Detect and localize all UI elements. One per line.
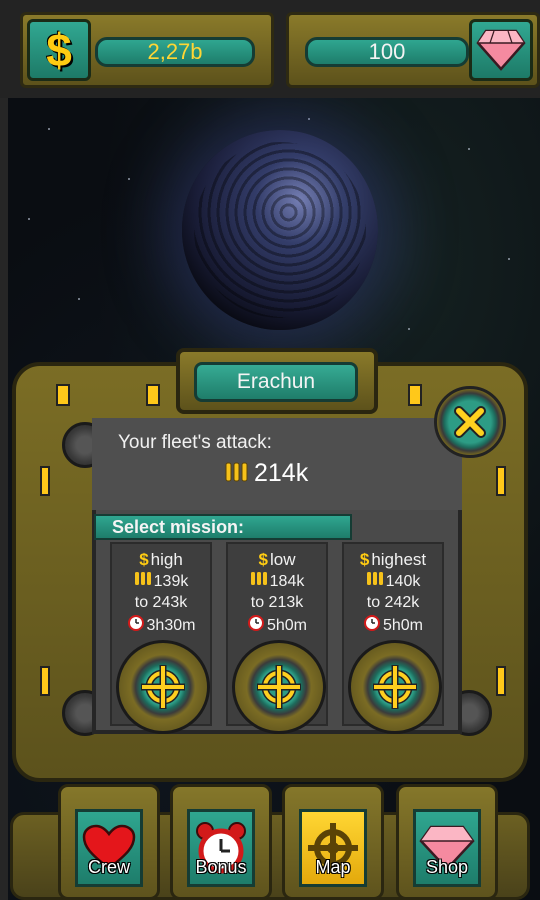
nav-crew-button[interactable]: Crew xyxy=(58,784,160,900)
start-mission-button[interactable] xyxy=(232,640,326,734)
alarm-clock-icon xyxy=(247,613,265,637)
crosshair-icon xyxy=(141,665,185,709)
nav-map-button[interactable]: Map xyxy=(282,784,384,900)
mission-duration: 5h0m xyxy=(382,616,424,634)
mission-power-min: 140k xyxy=(385,572,421,590)
mission-reward: highest xyxy=(371,550,427,569)
mission-card[interactable]: $ highest 140k to 242k 5h0m xyxy=(342,542,444,734)
attack-value: 214k xyxy=(254,459,309,487)
attack-value-row: 214k xyxy=(224,458,308,489)
ammo-icon xyxy=(224,458,250,489)
mission-list: $ high 139k to 243k 3h30m $ low 184k to 21… xyxy=(110,542,448,734)
dollar-icon: $ xyxy=(27,19,91,81)
bottom-nav: Crew Bonus Map Shop xyxy=(0,782,540,900)
nav-shop-label: Shop xyxy=(425,857,469,877)
ammo-icon xyxy=(134,570,152,592)
select-mission-header: Select mission: xyxy=(94,514,352,540)
ammo-icon xyxy=(366,570,384,592)
crosshair-icon xyxy=(257,665,301,709)
start-mission-button[interactable] xyxy=(116,640,210,734)
alarm-clock-icon xyxy=(363,613,381,637)
nav-shop-button[interactable]: Shop xyxy=(396,784,498,900)
crosshair-icon xyxy=(373,665,417,709)
money-value: 2,27b xyxy=(95,37,255,67)
nav-bonus-button[interactable]: Bonus xyxy=(170,784,272,900)
ammo-icon xyxy=(250,570,268,592)
planet-name: Erachun xyxy=(194,362,358,402)
attack-label: Your fleet's attack: xyxy=(118,432,272,453)
left-edge-strip xyxy=(0,0,8,900)
mission-power-max: to 213k xyxy=(250,594,304,611)
nav-crew-label: Crew xyxy=(87,857,130,877)
mission-power-max: to 243k xyxy=(134,594,188,611)
money-counter: $ 2,27b xyxy=(20,12,274,88)
mission-duration: 5h0m xyxy=(266,616,308,634)
close-icon xyxy=(454,406,486,438)
dollar-icon: $ xyxy=(139,550,149,569)
start-mission-button[interactable] xyxy=(348,640,442,734)
resource-bar: $ 2,27b 100 xyxy=(0,0,540,98)
mission-power-max: to 242k xyxy=(366,594,420,611)
nav-bonus-label: Bonus xyxy=(195,857,247,877)
mission-power-min: 139k xyxy=(153,572,189,590)
mission-card[interactable]: $ high 139k to 243k 3h30m xyxy=(110,542,212,734)
gem-counter: 100 xyxy=(286,12,540,88)
planet-erachun[interactable] xyxy=(182,130,378,330)
close-button[interactable] xyxy=(434,386,506,458)
mission-reward: high xyxy=(150,550,183,569)
nav-map-label: Map xyxy=(315,857,351,877)
alarm-clock-icon xyxy=(127,613,145,637)
dollar-icon: $ xyxy=(258,550,268,569)
mission-card[interactable]: $ low 184k to 213k 5h0m xyxy=(226,542,328,734)
mission-duration: 3h30m xyxy=(146,616,196,634)
mission-reward: low xyxy=(269,550,296,569)
mission-power-min: 184k xyxy=(269,572,305,590)
gem-icon[interactable] xyxy=(469,19,533,81)
gem-value: 100 xyxy=(305,37,469,67)
dollar-icon: $ xyxy=(359,550,370,569)
